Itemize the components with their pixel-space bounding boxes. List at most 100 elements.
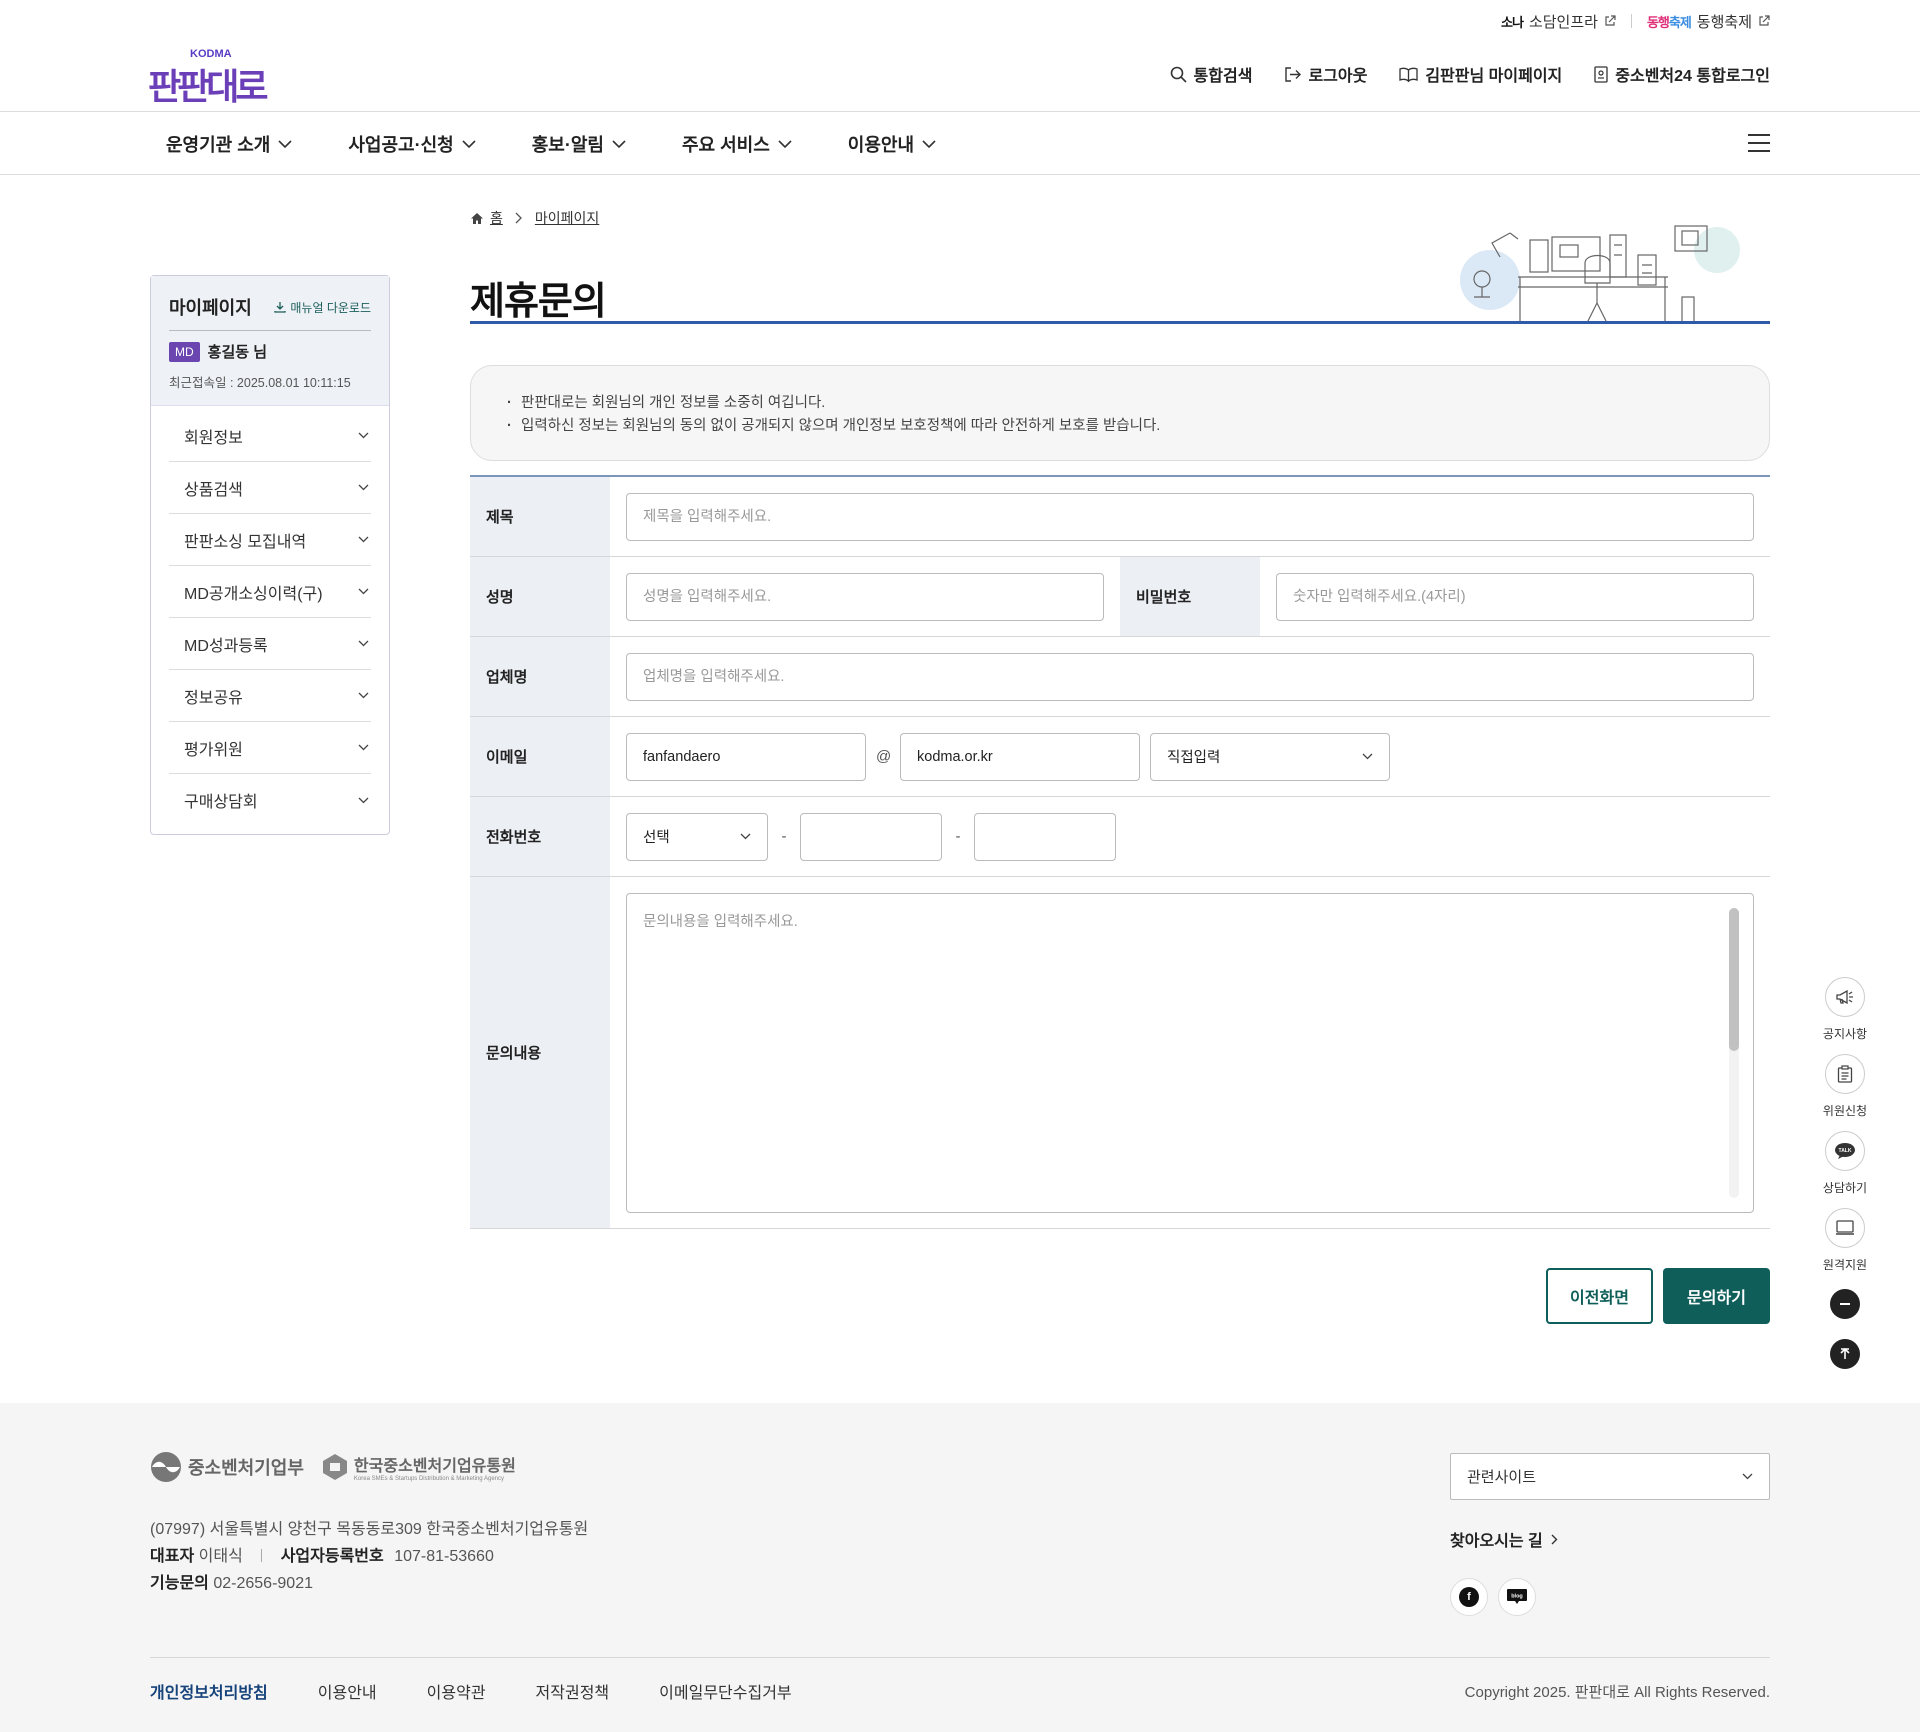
chevron-down-icon — [358, 797, 369, 803]
festival-link[interactable]: 동행축제 동행축제 — [1647, 11, 1770, 32]
sodam-logo: 소나 — [1501, 14, 1524, 30]
sidebar-item-product-search[interactable]: 상품검색 — [169, 462, 371, 514]
megaphone-icon — [1836, 989, 1853, 1005]
divider — [261, 1549, 263, 1562]
gnb-item-services[interactable]: 주요 서비스 — [682, 131, 792, 157]
email-id-input[interactable] — [626, 732, 866, 781]
gnb-label: 사업공고·신청 — [348, 135, 454, 155]
utility-bar: 소나 소담인프라 동행축제 동행축제 — [1501, 0, 1770, 42]
hamburger-menu-icon[interactable] — [1748, 134, 1770, 158]
sodam-link[interactable]: 소나 소담인프라 — [1501, 11, 1616, 32]
quick-label: 위원신청 — [1822, 1104, 1868, 1118]
email-domain-select[interactable]: 직접입력 — [1150, 732, 1390, 781]
form-row-email: 이메일 @ 직접입력 — [470, 717, 1770, 797]
prev-button[interactable]: 이전화면 — [1546, 1268, 1653, 1324]
name-label: 성명 — [470, 557, 610, 636]
search-link[interactable]: 통합검색 — [1170, 62, 1252, 86]
sidebar-item-info-share[interactable]: 정보공유 — [169, 670, 371, 722]
subject-label: 제목 — [470, 477, 610, 556]
manual-download-link[interactable]: 매뉴얼 다운로드 — [274, 299, 371, 316]
breadcrumb-home[interactable]: 홈 — [470, 208, 503, 228]
desk-illustration — [1460, 225, 1760, 324]
phone-middle-input[interactable] — [800, 812, 942, 861]
biz-label: 사업자등록번호 — [280, 1548, 384, 1565]
sidebar-item-md-performance[interactable]: MD성과등록 — [169, 618, 371, 670]
usage-guide-link[interactable]: 이용안내 — [318, 1679, 377, 1703]
role-badge: MD — [169, 341, 200, 362]
logout-link[interactable]: 로그아웃 — [1284, 62, 1367, 86]
phone-prefix-select[interactable]: 선택 — [626, 812, 768, 861]
gnb-label: 운영기관 소개 — [166, 135, 271, 155]
copyright-policy-link[interactable]: 저작권정책 — [536, 1679, 610, 1703]
collapse-quick-button[interactable] — [1830, 1289, 1860, 1319]
copyright: Copyright 2025. 판판대로 All Rights Reserved… — [1464, 1684, 1770, 1701]
quick-apply[interactable]: 위원신청 — [1823, 1054, 1867, 1119]
sidebar-item-label: 평가위원 — [184, 741, 243, 759]
quick-remote[interactable]: 원격지원 — [1823, 1208, 1867, 1273]
form-row-subject: 제목 — [470, 477, 1770, 557]
sidebar-item-purchase-consult[interactable]: 구매상담회 — [169, 774, 371, 826]
form-row-phone: 전화번호 선택 - - — [470, 797, 1770, 877]
gnb-item-guide[interactable]: 이용안내 — [848, 131, 936, 157]
breadcrumb-home-label[interactable]: 홈 — [490, 208, 503, 228]
inquiry-form: 제목 성명 비밀번호 업체명 이메일 @ 직접입력 — [470, 475, 1770, 1229]
ministry-emblem-icon — [151, 1452, 181, 1482]
tel-value: 02-2656-9021 — [213, 1575, 313, 1592]
sidebar-item-member-info[interactable]: 회원정보 — [169, 410, 371, 462]
integrated-login-link[interactable]: 중소벤처24 통합로그인 — [1594, 62, 1770, 86]
sidebar-item-evaluator[interactable]: 평가위원 — [169, 722, 371, 774]
email-domain-select-value: 직접입력 — [1167, 750, 1221, 766]
divider — [1630, 14, 1632, 28]
notice-item: 판판대로는 회원님의 개인 정보를 소중히 여깁니다. — [507, 392, 1733, 415]
gnb-item-business[interactable]: 사업공고·신청 — [348, 131, 476, 157]
password-input[interactable] — [1276, 572, 1754, 621]
gnb-item-pr[interactable]: 홍보·알림 — [532, 131, 626, 157]
svg-text:blog: blog — [1511, 1594, 1523, 1600]
ministry-logo: 중소벤처기업부 — [150, 1451, 304, 1483]
blog-link[interactable]: blog — [1498, 1578, 1536, 1616]
sidebar-item-label: 구매상담회 — [184, 794, 258, 811]
ceo-label: 대표자 — [150, 1548, 195, 1565]
breadcrumb-current[interactable]: 마이페이지 — [535, 208, 599, 228]
company-input[interactable] — [626, 652, 1754, 701]
logo-word: 판판대로 — [148, 66, 269, 107]
last-login: 최근접속일 : 2025.08.01 10:11:15 — [169, 376, 351, 390]
email-refusal-link[interactable]: 이메일무단수집거부 — [659, 1679, 791, 1703]
content-textarea[interactable] — [627, 893, 1753, 1212]
textarea-scrollbar[interactable] — [1729, 907, 1739, 1198]
phone-last-input[interactable] — [974, 812, 1116, 861]
quick-label: 공지사항 — [1822, 1027, 1868, 1041]
download-icon — [274, 302, 287, 313]
external-link-icon — [1605, 15, 1616, 26]
submit-button[interactable]: 문의하기 — [1663, 1268, 1770, 1324]
terms-link[interactable]: 이용약관 — [427, 1679, 486, 1703]
biz-value: 107-81-53660 — [394, 1548, 494, 1565]
mypage-link[interactable]: 김판판님 마이페이지 — [1399, 62, 1562, 86]
footer: 중소벤처기업부 한국중소벤처기업유통원 Korea SMEs & Startup… — [0, 1403, 1920, 1732]
manual-label: 매뉴얼 다운로드 — [290, 300, 371, 315]
content-textarea-wrap — [626, 892, 1754, 1213]
related-sites-select[interactable]: 관련사이트 — [1450, 1453, 1770, 1500]
privacy-policy-link[interactable]: 개인정보처리방침 — [150, 1679, 268, 1703]
directions-link[interactable]: 찾아오시는 길 — [1450, 1527, 1558, 1551]
chevron-down-icon — [612, 139, 626, 148]
site-logo[interactable]: KODMA 판판대로 — [148, 48, 269, 107]
gnb-item-about[interactable]: 운영기관 소개 — [166, 131, 292, 157]
book-icon — [1399, 67, 1418, 82]
agency-subtitle: Korea SMEs & Startups Distribution & Mar… — [353, 1476, 504, 1482]
subject-input[interactable] — [626, 492, 1754, 541]
sidebar-item-md-open-sourcing[interactable]: MD공개소싱이력(구) — [169, 566, 371, 618]
facebook-link[interactable]: f — [1450, 1578, 1488, 1616]
sidebar-item-sourcing-history[interactable]: 판판소싱 모집내역 — [169, 514, 371, 566]
logout-icon — [1285, 66, 1302, 82]
quick-consult[interactable]: TALK 상담하기 — [1823, 1131, 1867, 1196]
scroll-top-button[interactable] — [1830, 1339, 1860, 1369]
name-input[interactable] — [626, 572, 1104, 621]
scrollbar-thumb[interactable] — [1729, 907, 1739, 1051]
sidebar-item-label: 상품검색 — [184, 481, 243, 499]
sidebar-menu: 회원정보 상품검색 판판소싱 모집내역 MD공개소싱이력(구) MD성과등록 정… — [151, 406, 389, 826]
email-domain-input[interactable] — [900, 732, 1140, 781]
chevron-down-icon — [1362, 753, 1373, 760]
festival-logo: 동행축제 — [1646, 14, 1692, 30]
quick-notice[interactable]: 공지사항 — [1823, 977, 1867, 1042]
